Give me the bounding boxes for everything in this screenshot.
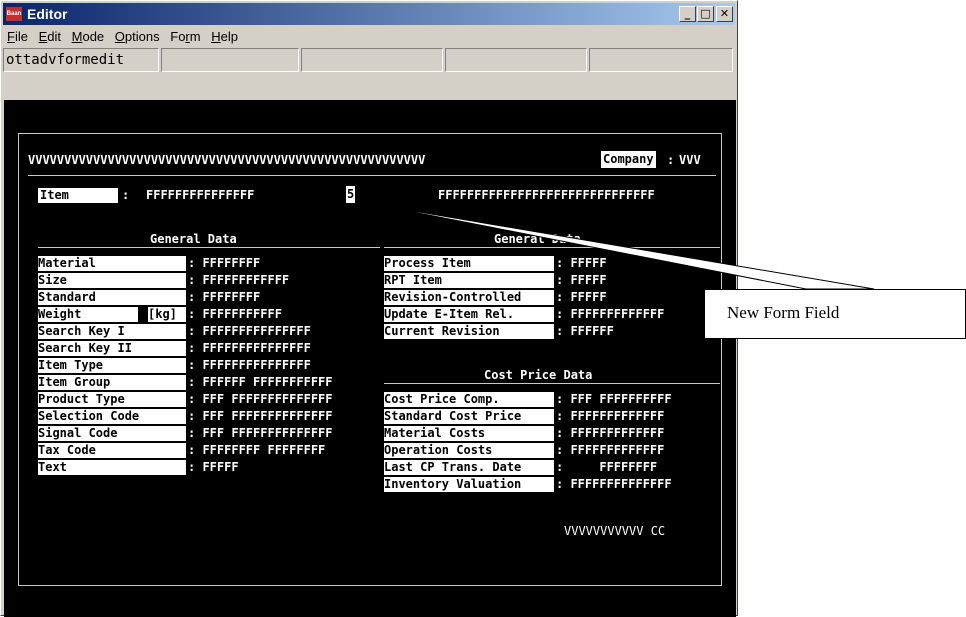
new-form-field-callout: New Form Field — [704, 289, 966, 339]
callout-text: New Form Field — [727, 303, 840, 322]
